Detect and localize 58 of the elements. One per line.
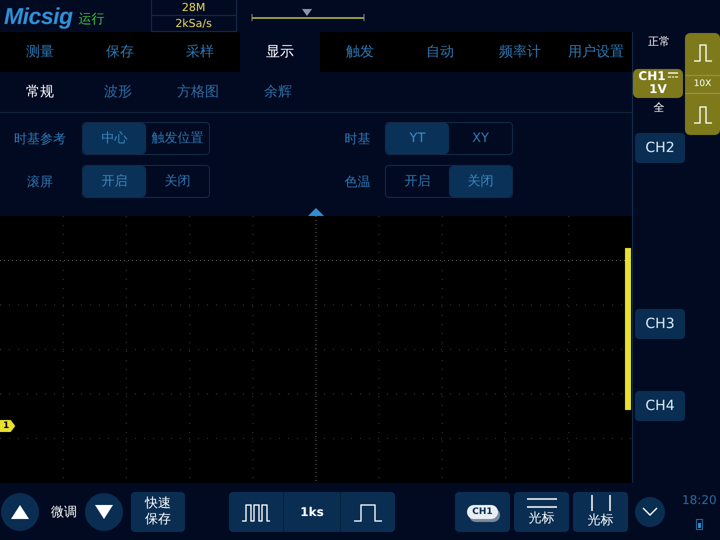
probe-ratio: 10X <box>685 74 720 94</box>
cursor-button[interactable]: 光标 <box>573 492 628 532</box>
timebase-value: 1ks <box>284 492 341 532</box>
menu-tab[interactable]: 用户设置 <box>560 32 632 72</box>
quick-save-button[interactable]: 快速保存 <box>131 492 185 532</box>
run-status: 运行 <box>78 10 105 28</box>
sub-tab[interactable]: 方格图 <box>158 72 238 112</box>
up-arrow-icon <box>11 504 29 518</box>
cursor-button[interactable]: 光标 <box>514 492 569 532</box>
menu-tab[interactable]: 保存 <box>80 32 160 72</box>
option-button[interactable]: 关闭 <box>146 166 209 197</box>
up-button[interactable] <box>1 492 39 530</box>
memory-depth: 28M <box>152 0 236 16</box>
option-button[interactable]: 中心 <box>83 123 146 154</box>
down-arrow-icon <box>95 504 113 518</box>
narrow-pulse-icon <box>241 502 271 522</box>
expand-button[interactable] <box>635 496 665 526</box>
channel-badge[interactable]: CH1 1V <box>633 69 683 98</box>
chevron-down-icon <box>642 507 658 516</box>
setting-label: 色温 <box>344 174 372 190</box>
fine-adjust-label: 微调 <box>51 504 77 520</box>
sub-tab[interactable]: 常规 <box>2 72 78 112</box>
option-button[interactable]: 关闭 <box>449 166 512 197</box>
menu-tab[interactable]: 采样 <box>160 32 240 72</box>
setting-label: 时基 <box>344 130 372 148</box>
channel-scale: 1V <box>649 83 667 96</box>
channel-marker: 1 <box>0 420 16 432</box>
trigger-mode: 正常 <box>648 34 670 50</box>
option-button[interactable]: XY <box>449 123 512 154</box>
battery-icon <box>696 519 703 530</box>
channel-select-button[interactable]: CH1 <box>455 492 510 532</box>
probe-panel[interactable]: 10X <box>685 33 720 135</box>
channel-stack-icon: CH1 <box>467 504 498 518</box>
brand-logo: Micsig <box>4 2 73 30</box>
clock: 18:20 <box>682 493 717 507</box>
option-button[interactable]: YT <box>386 123 449 154</box>
option-button[interactable]: 触发位置 <box>146 123 209 154</box>
menu-tab[interactable]: 显示 <box>240 32 320 72</box>
option-button[interactable]: 开启 <box>83 166 146 197</box>
menu-tab[interactable]: 触发 <box>320 32 400 72</box>
channel-button[interactable]: CH4 <box>635 391 685 421</box>
channel-button[interactable]: CH3 <box>635 309 685 339</box>
vertical-cursor-icon <box>588 495 612 511</box>
channel-name: CH1 <box>638 70 666 83</box>
horizontal-cursor-icon <box>526 497 556 509</box>
channel-button[interactable]: CH2 <box>635 133 685 163</box>
sub-tab[interactable]: 余辉 <box>238 72 318 112</box>
setting-label: 时基参考 <box>13 130 67 148</box>
wide-pulse-icon <box>353 502 383 522</box>
dc-coupling-icon <box>668 72 678 78</box>
setting-label: 滚屏 <box>26 174 54 190</box>
menu-tab[interactable]: 测量 <box>0 32 80 72</box>
menu-tab[interactable]: 频率计 <box>480 32 560 72</box>
down-button[interactable] <box>85 492 123 530</box>
menu-tab[interactable]: 自动 <box>400 32 480 72</box>
bandwidth-label: 全 <box>654 100 664 116</box>
sub-tab[interactable]: 波形 <box>78 72 158 112</box>
option-button[interactable]: 开启 <box>386 166 449 197</box>
